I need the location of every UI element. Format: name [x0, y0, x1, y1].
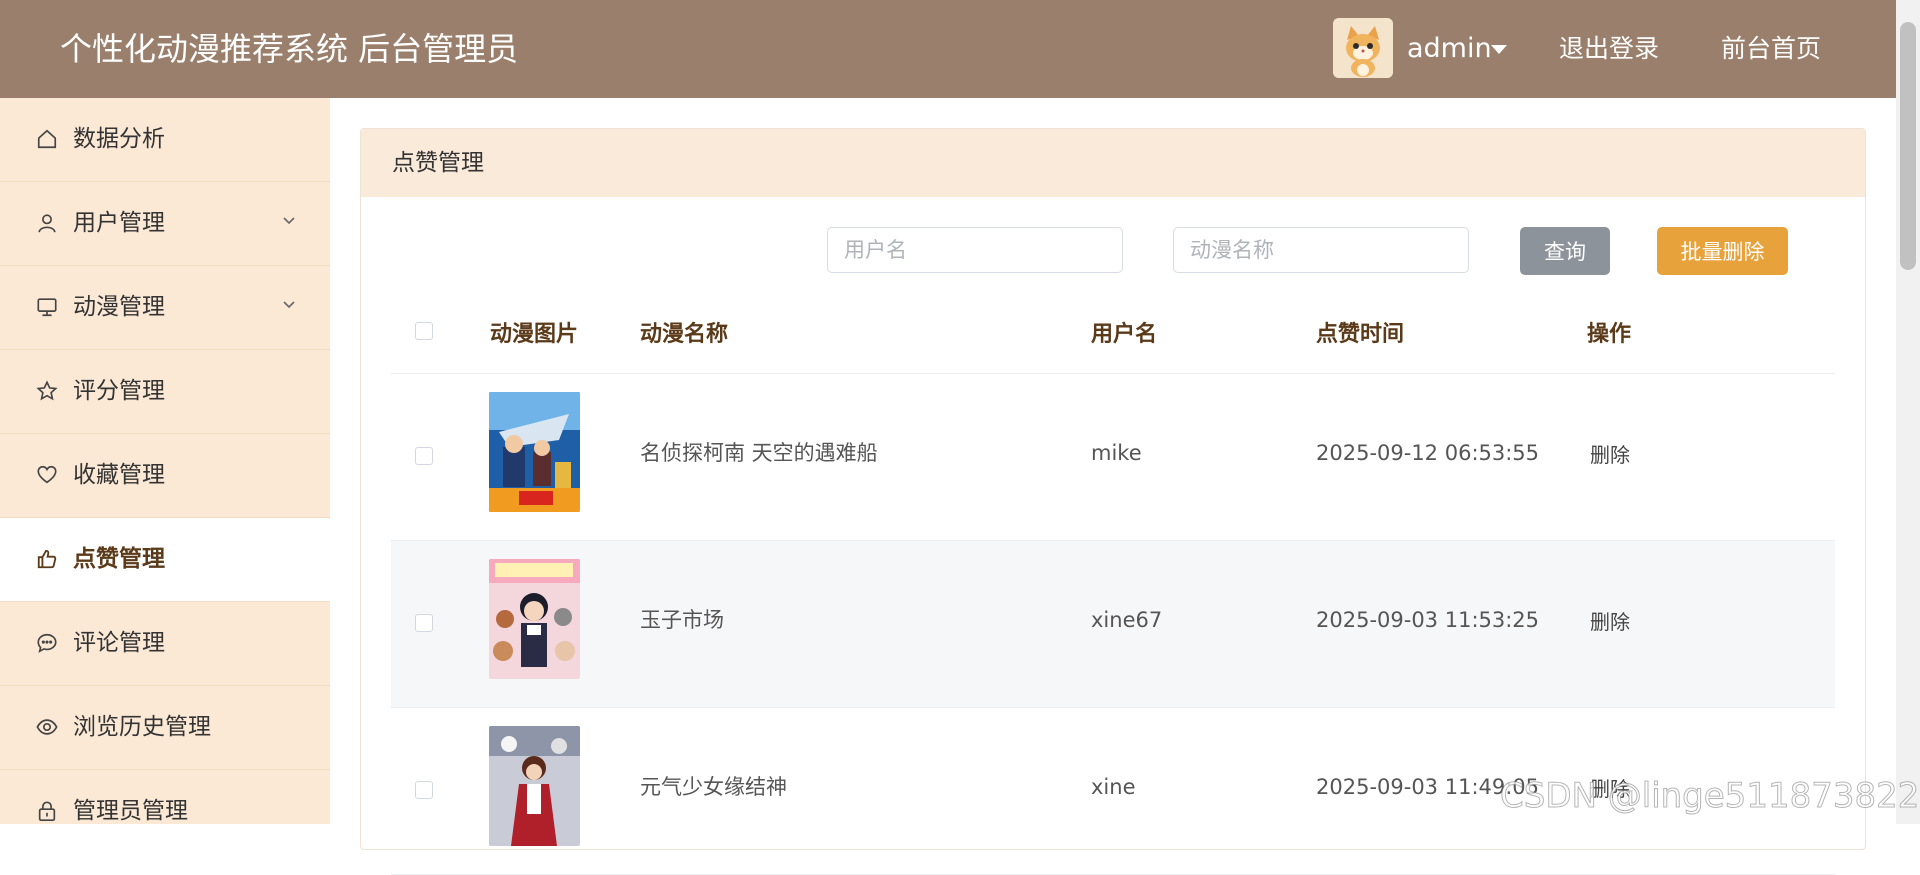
chat-icon: [36, 632, 58, 654]
heart-icon: [36, 464, 58, 486]
anime-name: 名侦探柯南 天空的遇难船: [640, 441, 878, 465]
thumbs-up-icon: [36, 548, 58, 570]
anime-thumbnail[interactable]: [489, 559, 580, 679]
scrollbar-thumb[interactable]: [1900, 22, 1916, 270]
sidebar: 数据分析 用户管理 动漫管理 评分管理 收藏管理 点赞管理 评论管理 浏览历史管…: [0, 98, 330, 824]
sidebar-item-rating-management[interactable]: 评分管理: [0, 350, 330, 434]
sidebar-item-label: 动漫管理: [73, 294, 165, 320]
column-header-anime-name: 动漫名称: [640, 322, 729, 347]
sidebar-item-favorites-management[interactable]: 收藏管理: [0, 434, 330, 518]
sidebar-item-label: 收藏管理: [73, 462, 165, 488]
eye-icon: [36, 716, 58, 738]
cat-avatar-icon: [1333, 18, 1393, 78]
username-search-input[interactable]: [827, 227, 1123, 273]
likes-panel: 点赞管理 查询 批量删除 动漫图片 动漫名称 用户名 点赞时间 操作: [360, 128, 1866, 875]
row-checkbox[interactable]: [415, 614, 433, 632]
row-checkbox[interactable]: [415, 781, 433, 799]
sidebar-item-anime-management[interactable]: 动漫管理: [0, 266, 330, 350]
star-icon: [36, 380, 58, 402]
user-icon: [36, 212, 58, 234]
bulk-delete-button[interactable]: 批量删除: [1657, 227, 1788, 275]
delete-button[interactable]: 删除: [1590, 606, 1630, 638]
sidebar-item-user-management[interactable]: 用户管理: [0, 182, 330, 266]
chevron-down-icon[interactable]: [282, 298, 296, 312]
anime-name: 玉子市场: [640, 608, 724, 632]
column-header-actions: 操作: [1587, 322, 1632, 347]
avatar[interactable]: [1333, 18, 1393, 78]
sidebar-item-likes-management[interactable]: 点赞管理: [0, 518, 330, 602]
column-header-like-time: 点赞时间: [1316, 322, 1405, 347]
logout-link[interactable]: 退出登录: [1559, 31, 1659, 67]
username: xine: [1091, 775, 1136, 799]
home-icon: [36, 128, 58, 150]
query-button[interactable]: 查询: [1520, 227, 1610, 275]
anime-thumbnail[interactable]: [489, 392, 580, 512]
app-title: 个性化动漫推荐系统 后台管理员: [60, 30, 519, 68]
column-header-image: 动漫图片: [490, 322, 579, 347]
like-time: 2025-09-12 06:53:55: [1316, 441, 1540, 465]
delete-button[interactable]: 删除: [1590, 439, 1630, 471]
panel-header: 点赞管理: [361, 129, 1865, 197]
user-menu[interactable]: admin: [1407, 31, 1492, 67]
page-scrollbar[interactable]: [1896, 0, 1920, 824]
sidebar-item-label: 点赞管理: [73, 546, 165, 572]
monitor-icon: [36, 296, 58, 318]
table-header: 动漫图片 动漫名称 用户名 点赞时间 操作: [391, 297, 1835, 374]
sidebar-item-comments-management[interactable]: 评论管理: [0, 602, 330, 686]
page-title: 点赞管理: [392, 150, 484, 176]
sidebar-item-data-analysis[interactable]: 数据分析: [0, 98, 330, 182]
sidebar-item-label: 评论管理: [73, 630, 165, 656]
lock-icon: [36, 800, 58, 822]
like-time: 2025-09-03 11:53:25: [1316, 608, 1540, 632]
sidebar-item-label: 管理员管理: [73, 798, 188, 824]
table-row: 玉子市场 xine67 2025-09-03 11:53:25 删除: [391, 541, 1835, 708]
anime-thumbnail[interactable]: [489, 726, 580, 846]
row-checkbox[interactable]: [415, 447, 433, 465]
chevron-down-icon[interactable]: [282, 214, 296, 228]
anime-name-search-input[interactable]: [1173, 227, 1469, 273]
sidebar-item-label: 数据分析: [73, 126, 165, 152]
top-header: 个性化动漫推荐系统 后台管理员 admin 退出登录 前台首页: [0, 0, 1920, 98]
watermark: CSDN @linge511873822: [1499, 776, 1920, 817]
table-row: 名侦探柯南 天空的遇难船 mike 2025-09-12 06:53:55 删除: [391, 374, 1835, 541]
caret-down-icon[interactable]: [1491, 45, 1507, 54]
username: mike: [1091, 441, 1142, 465]
sidebar-item-browsing-history[interactable]: 浏览历史管理: [0, 686, 330, 770]
column-header-username: 用户名: [1091, 322, 1158, 347]
sidebar-item-admin-management[interactable]: 管理员管理: [0, 770, 330, 824]
sidebar-item-label: 评分管理: [73, 378, 165, 404]
front-home-link[interactable]: 前台首页: [1721, 31, 1821, 67]
select-all-checkbox[interactable]: [415, 322, 433, 340]
anime-name: 元气少女缘结神: [640, 775, 787, 799]
sidebar-item-label: 浏览历史管理: [73, 714, 211, 740]
sidebar-item-label: 用户管理: [73, 210, 165, 236]
username: xine67: [1091, 608, 1163, 632]
